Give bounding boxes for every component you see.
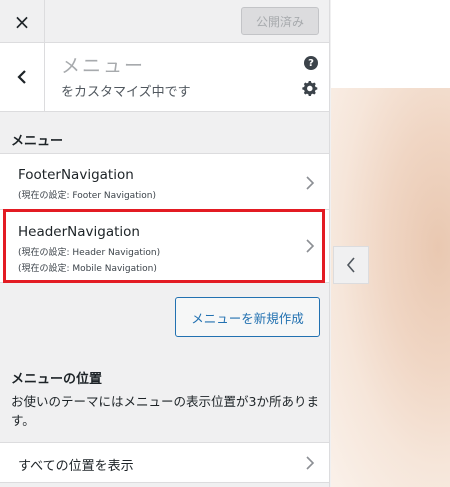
section-header: メニュー をカスタマイズ中です ?	[0, 43, 329, 112]
preview-image	[331, 88, 450, 487]
menu-name: FooterNavigation	[18, 167, 134, 183]
menu-location: (現在の設定: Mobile Navigation)	[18, 264, 157, 274]
gear-icon[interactable]	[302, 80, 319, 97]
back-button[interactable]	[0, 43, 45, 111]
menu-item-footer-navigation[interactable]: FooterNavigation (現在の設定: Footer Navigati…	[0, 153, 329, 209]
customizer-sidebar: × 公開済み メニュー をカスタマイズ中です ? メニュー FooterNavi…	[0, 0, 330, 487]
page-title: メニュー	[61, 55, 146, 77]
chevron-right-icon	[306, 456, 315, 470]
chevron-right-icon	[306, 176, 315, 190]
menu-location: (現在の設定: Header Navigation)	[18, 248, 161, 258]
collapse-sidebar-button[interactable]	[333, 246, 369, 284]
close-customizer-button[interactable]: ×	[0, 0, 45, 43]
view-all-locations-label: すべての位置を表示	[18, 459, 134, 474]
customizer-topbar: × 公開済み	[0, 0, 329, 43]
chevron-left-icon	[346, 257, 355, 273]
chevron-left-icon	[17, 70, 26, 84]
page-subtitle: をカスタマイズ中です	[61, 85, 191, 100]
menu-name: HeaderNavigation	[18, 224, 140, 240]
help-icon[interactable]: ?	[304, 56, 318, 70]
menu-locations-heading: メニューの位置	[11, 372, 103, 387]
create-new-menu-button[interactable]: メニューを新規作成	[175, 297, 320, 337]
site-preview[interactable]	[331, 0, 450, 487]
chevron-right-icon	[306, 239, 315, 253]
menus-heading: メニュー	[11, 134, 64, 149]
menu-item-header-navigation[interactable]: HeaderNavigation (現在の設定: Header Navigati…	[0, 209, 329, 283]
view-all-locations-item[interactable]: すべての位置を表示	[0, 442, 329, 483]
menu-locations-description: お使いのテーマにはメニューの表示位置が3か所あります。	[11, 394, 319, 428]
close-icon: ×	[13, 9, 31, 34]
publish-button[interactable]: 公開済み	[241, 7, 319, 35]
menu-location: (現在の設定: Footer Navigation)	[18, 191, 156, 201]
